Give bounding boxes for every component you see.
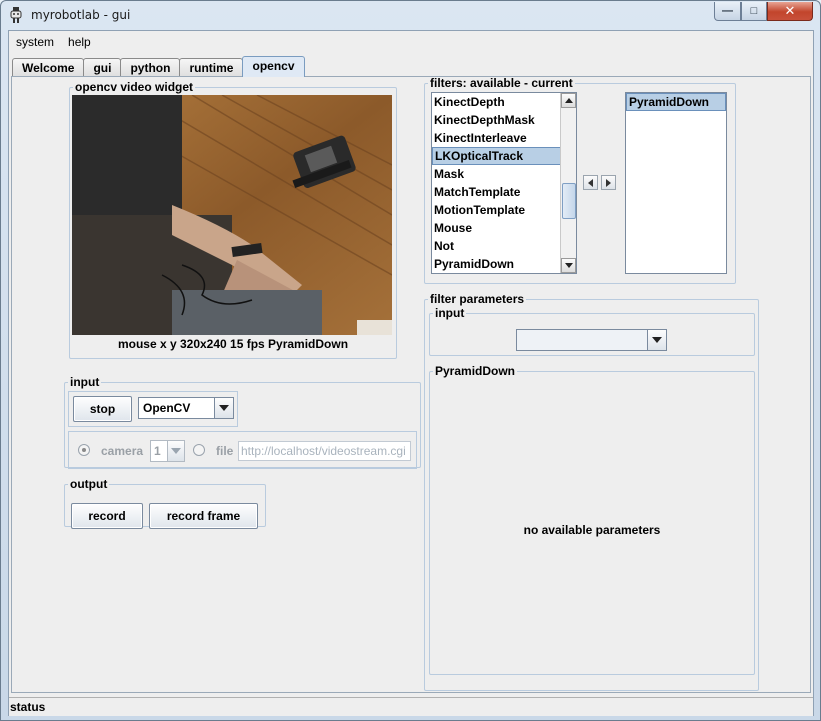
tab-strip: Welcome gui python runtime opencv bbox=[12, 56, 305, 77]
list-item[interactable]: KinectDepthMask bbox=[432, 111, 561, 129]
camera-index-value: 1 bbox=[154, 444, 161, 458]
file-url-input[interactable]: http://localhost/videostream.cgi bbox=[238, 441, 411, 461]
output-group: output record record frame bbox=[64, 477, 266, 529]
record-button[interactable]: record bbox=[71, 503, 143, 529]
list-item-selected[interactable]: PyramidDown bbox=[626, 93, 726, 111]
camera-label: camera bbox=[101, 444, 144, 458]
parameters-input-legend: input bbox=[435, 306, 465, 320]
video-caption: mouse x y 320x240 15 fps PyramidDown bbox=[117, 337, 349, 351]
file-radio[interactable] bbox=[193, 444, 205, 456]
scroll-thumb[interactable] bbox=[562, 183, 576, 219]
camera-radio[interactable] bbox=[78, 444, 90, 456]
list-item[interactable]: MotionTemplate bbox=[432, 201, 561, 219]
grabber-combo-value: OpenCV bbox=[143, 401, 191, 415]
list-item[interactable]: PyramidDown bbox=[432, 255, 561, 273]
chevron-down-icon bbox=[167, 441, 184, 461]
maximize-icon: □ bbox=[750, 5, 758, 17]
arrow-left-icon bbox=[588, 178, 593, 187]
client-area: system help Welcome gui python runtime o… bbox=[8, 30, 814, 716]
close-icon: ✕ bbox=[784, 3, 796, 18]
file-label: file bbox=[216, 444, 234, 458]
close-button[interactable]: ✕ bbox=[767, 2, 813, 21]
record-frame-button[interactable]: record frame bbox=[149, 503, 258, 529]
input-group: input stop OpenCV camera 1 file http://l… bbox=[64, 375, 421, 469]
arrow-down-icon bbox=[564, 263, 573, 268]
parameters-input-combo[interactable] bbox=[516, 329, 667, 351]
tab-runtime[interactable]: runtime bbox=[179, 58, 244, 77]
list-item[interactable]: Mask bbox=[432, 165, 561, 183]
filter-parameters-legend: filter parameters bbox=[430, 292, 525, 306]
menu-bar: system help bbox=[9, 31, 813, 53]
menu-system[interactable]: system bbox=[9, 35, 61, 49]
parameters-input-group: input bbox=[429, 307, 755, 356]
tab-welcome[interactable]: Welcome bbox=[12, 58, 85, 77]
list-item[interactable]: MatchTemplate bbox=[432, 183, 561, 201]
filters-group: filters: available - current KinectDepth… bbox=[424, 77, 736, 284]
current-filters-list[interactable]: PyramidDown bbox=[625, 92, 727, 274]
list-item[interactable]: KinectDepth bbox=[432, 93, 561, 111]
add-filter-button[interactable] bbox=[601, 175, 616, 190]
tab-gui[interactable]: gui bbox=[83, 58, 122, 77]
remove-filter-button[interactable] bbox=[583, 175, 598, 190]
list-item[interactable]: Not bbox=[432, 237, 561, 255]
output-legend: output bbox=[70, 477, 108, 491]
menu-help[interactable]: help bbox=[61, 35, 98, 49]
maximize-button[interactable]: □ bbox=[741, 2, 767, 21]
input-controls-row: stop OpenCV bbox=[68, 391, 238, 427]
scroll-down-button[interactable] bbox=[561, 258, 576, 273]
filters-legend: filters: available - current bbox=[430, 76, 573, 90]
input-legend: input bbox=[70, 375, 100, 389]
video-display[interactable] bbox=[72, 95, 392, 335]
status-bar: status bbox=[9, 697, 813, 716]
minimize-button[interactable]: — bbox=[714, 2, 741, 21]
opencv-panel: opencv video widget mouse x y 320x240 15… bbox=[11, 76, 811, 693]
filter-parameters-group: filter parameters input PyramidDown no a… bbox=[424, 293, 759, 691]
grabber-combo[interactable]: OpenCV bbox=[138, 397, 234, 419]
source-row: camera 1 file http://localhost/videostre… bbox=[68, 431, 417, 469]
tab-python[interactable]: python bbox=[120, 58, 181, 77]
robot-icon bbox=[10, 7, 22, 23]
chevron-down-icon bbox=[647, 330, 666, 350]
app-window: myrobotlab - gui — □ ✕ system help Welco… bbox=[0, 0, 821, 721]
arrow-right-icon bbox=[606, 178, 611, 187]
arrow-up-icon bbox=[564, 98, 573, 103]
pyramiddown-parameters-group: PyramidDown no available parameters bbox=[429, 365, 755, 675]
video-widget-group: opencv video widget mouse x y 320x240 15… bbox=[69, 81, 397, 359]
camera-frame-image bbox=[72, 95, 392, 335]
available-filters-list[interactable]: KinectDepth KinectDepthMask KinectInterl… bbox=[431, 92, 577, 274]
video-widget-legend: opencv video widget bbox=[75, 80, 194, 94]
no-parameters-message: no available parameters bbox=[523, 523, 661, 537]
available-filters-scrollbar[interactable] bbox=[560, 93, 576, 273]
pyramiddown-legend: PyramidDown bbox=[435, 364, 516, 378]
minimize-icon: — bbox=[722, 5, 733, 17]
scroll-up-button[interactable] bbox=[561, 93, 576, 108]
camera-index-combo[interactable]: 1 bbox=[150, 440, 185, 462]
window-title: myrobotlab - gui bbox=[31, 8, 131, 22]
title-bar[interactable]: myrobotlab - gui — □ ✕ bbox=[1, 1, 820, 29]
list-item[interactable]: KinectInterleave bbox=[432, 129, 561, 147]
available-filters-items: KinectDepth KinectDepthMask KinectInterl… bbox=[432, 93, 561, 273]
list-item[interactable]: Mouse bbox=[432, 219, 561, 237]
list-item-selected[interactable]: LKOpticalTrack bbox=[432, 147, 561, 165]
stop-button[interactable]: stop bbox=[73, 396, 132, 422]
tab-opencv[interactable]: opencv bbox=[242, 56, 305, 77]
chevron-down-icon bbox=[214, 398, 233, 418]
